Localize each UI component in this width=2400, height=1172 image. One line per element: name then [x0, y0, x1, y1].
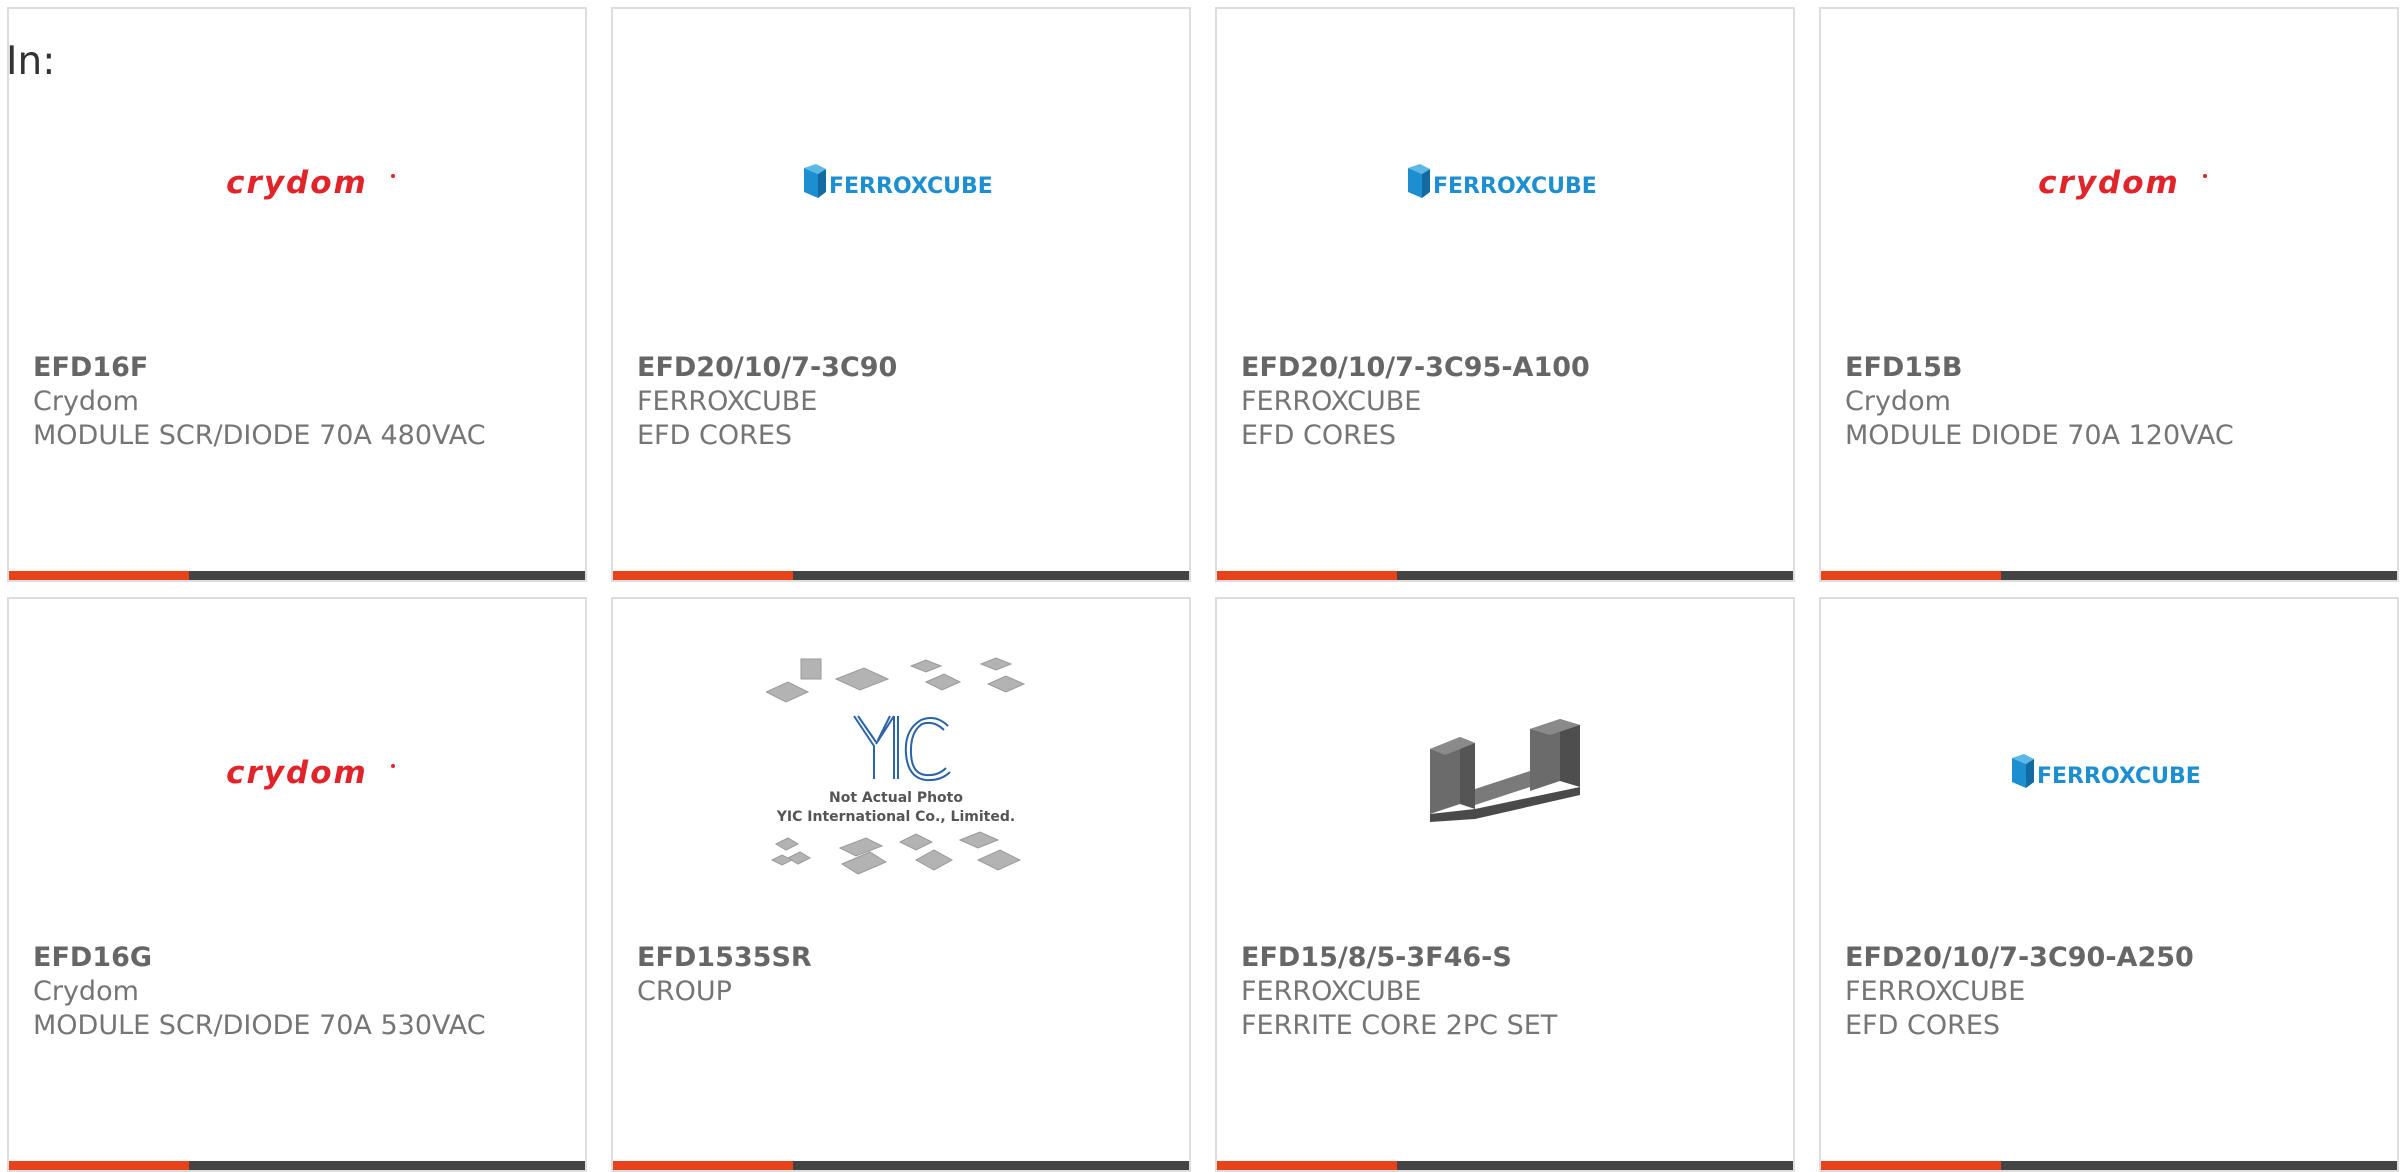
- description: EFD CORES: [1241, 420, 1397, 451]
- card-bottom-bar: [1217, 571, 1793, 580]
- card-bottom-bar: [1217, 1161, 1793, 1170]
- manufacturer: FERROXCUBE: [1241, 386, 1422, 417]
- description: EFD CORES: [1845, 1010, 2001, 1041]
- card-bottom-bar: [1821, 571, 2397, 580]
- card-accent-bar: [1217, 571, 1397, 580]
- manufacturer-logo: FERROXCUBE: [1821, 649, 2397, 899]
- card-accent-bar: [613, 1161, 793, 1170]
- description: FERRITE CORE 2PC SET: [1241, 1010, 1558, 1041]
- product-card[interactable]: crydom EFD16G Crydom MODULE SCR/DIODE 70…: [7, 597, 587, 1172]
- card-accent-bar: [9, 1161, 189, 1170]
- crydom-logo: crydom: [2038, 165, 2207, 201]
- svg-text:FERROXCUBE: FERROXCUBE: [829, 174, 993, 199]
- description: MODULE SCR/DIODE 70A 530VAC: [33, 1010, 486, 1041]
- product-card[interactable]: crydom EFD16F Crydom MODULE SCR/DIODE 70…: [7, 7, 587, 582]
- ferroxcube-logo: FERROXCUBE: [1408, 164, 1597, 199]
- svg-text:FERROXCUBE: FERROXCUBE: [1433, 174, 1597, 199]
- card-bottom-bar: [1821, 1161, 2397, 1170]
- manufacturer: Crydom: [1845, 386, 1951, 417]
- crydom-logo: crydom: [226, 165, 395, 201]
- manufacturer: Crydom: [33, 386, 139, 417]
- svg-text:FERROXCUBE: FERROXCUBE: [2037, 764, 2201, 789]
- card-accent-bar: [1821, 571, 2001, 580]
- part-number[interactable]: EFD1535SR: [637, 941, 1169, 975]
- description: MODULE SCR/DIODE 70A 480VAC: [33, 420, 486, 451]
- svg-text:crydom: crydom: [226, 755, 368, 791]
- part-number[interactable]: EFD15B: [1845, 351, 2377, 385]
- manufacturer-logo: FERROXCUBE: [613, 59, 1189, 309]
- manufacturer: FERROXCUBE: [1845, 976, 2026, 1007]
- manufacturer: CROUP: [637, 976, 732, 1007]
- ferroxcube-logo: FERROXCUBE: [2012, 754, 2201, 789]
- manufacturer: FERROXCUBE: [1241, 976, 1422, 1007]
- card-bottom-bar: [613, 1161, 1189, 1170]
- product-image: [1217, 649, 1793, 899]
- card-bottom-bar: [9, 1161, 585, 1170]
- product-image: Not Actual Photo YIC International Co., …: [613, 649, 1189, 899]
- part-number[interactable]: EFD15/8/5-3F46-S: [1241, 941, 1773, 975]
- ferrite-core-photo: [1430, 719, 1580, 822]
- manufacturer: FERROXCUBE: [637, 386, 818, 417]
- part-number[interactable]: EFD16F: [33, 351, 565, 385]
- product-card[interactable]: crydom EFD15B Crydom MODULE DIODE 70A 12…: [1819, 7, 2399, 582]
- product-card[interactable]: EFD15/8/5-3F46-S FERROXCUBE FERRITE CORE…: [1215, 597, 1795, 1172]
- product-card[interactable]: FERROXCUBE EFD20/10/7-3C90 FERROXCUBE EF…: [611, 7, 1191, 582]
- part-number[interactable]: EFD16G: [33, 941, 565, 975]
- description: EFD CORES: [637, 420, 793, 451]
- product-card[interactable]: FERROXCUBE EFD20/10/7-3C90-A250 FERROXCU…: [1819, 597, 2399, 1172]
- card-accent-bar: [9, 571, 189, 580]
- manufacturer-logo: FERROXCUBE: [1217, 59, 1793, 309]
- part-number[interactable]: EFD20/10/7-3C90-A250: [1845, 941, 2377, 975]
- card-bottom-bar: [9, 571, 585, 580]
- card-accent-bar: [613, 571, 793, 580]
- placeholder-line-1: Not Actual Photo: [829, 790, 963, 806]
- ferroxcube-logo: FERROXCUBE: [804, 164, 993, 199]
- part-number[interactable]: EFD20/10/7-3C90: [637, 351, 1169, 385]
- svg-text:crydom: crydom: [2038, 165, 2180, 201]
- card-accent-bar: [1821, 1161, 2001, 1170]
- crydom-logo: crydom: [226, 755, 395, 791]
- manufacturer-logo: crydom: [1821, 59, 2397, 309]
- card-bottom-bar: [613, 571, 1189, 580]
- manufacturer-logo: crydom: [9, 59, 585, 309]
- placeholder-line-2: YIC International Co., Limited.: [776, 809, 1015, 825]
- manufacturer-logo: crydom: [9, 649, 585, 899]
- description: MODULE DIODE 70A 120VAC: [1845, 420, 2234, 451]
- card-accent-bar: [1217, 1161, 1397, 1170]
- not-actual-photo-image: Not Actual Photo YIC International Co., …: [766, 657, 1026, 875]
- product-card[interactable]: Not Actual Photo YIC International Co., …: [611, 597, 1191, 1172]
- part-number[interactable]: EFD20/10/7-3C95-A100: [1241, 351, 1773, 385]
- svg-text:crydom: crydom: [226, 165, 368, 201]
- page-label: In:: [6, 39, 56, 84]
- manufacturer: Crydom: [33, 976, 139, 1007]
- product-card[interactable]: FERROXCUBE EFD20/10/7-3C95-A100 FERROXCU…: [1215, 7, 1795, 582]
